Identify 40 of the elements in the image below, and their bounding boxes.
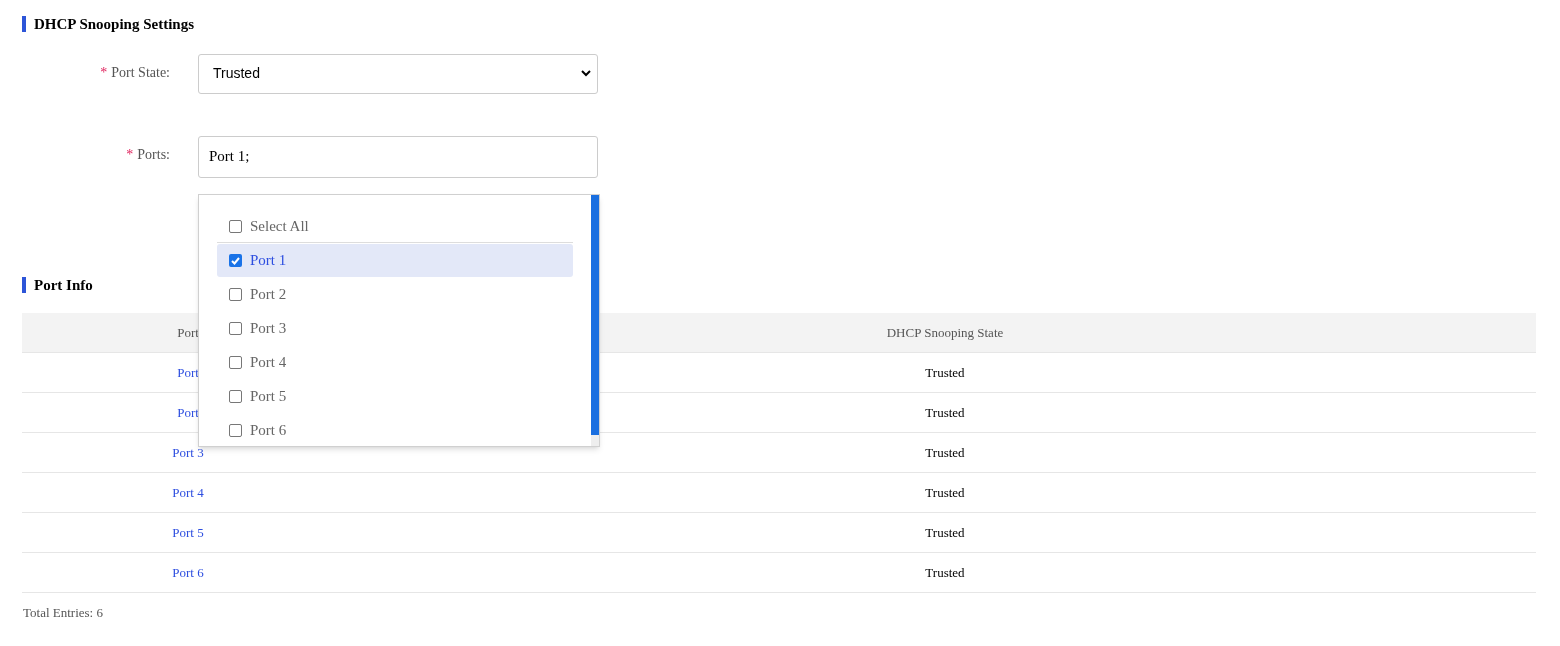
required-asterisk: * — [126, 145, 134, 164]
port-option[interactable]: Port 3 — [217, 312, 573, 345]
port-link[interactable]: Port 3 — [172, 442, 204, 463]
port-option[interactable]: Port 5 — [217, 380, 573, 413]
port-link[interactable]: Port — [177, 362, 199, 383]
port-link[interactable]: Port — [177, 402, 199, 423]
table-cell-text: Trusted — [925, 403, 965, 422]
section-title: Port Info — [34, 275, 93, 295]
port-link[interactable]: Port 5 — [172, 522, 204, 543]
checkbox[interactable] — [229, 356, 242, 369]
port-option[interactable]: Port 2 — [217, 278, 573, 311]
port-link[interactable]: Port 4 — [172, 482, 204, 503]
checkbox[interactable] — [229, 390, 242, 403]
section-marker — [22, 276, 26, 293]
required-asterisk: * — [100, 63, 108, 82]
port-option[interactable]: Port 4 — [217, 346, 573, 379]
field-label: Ports: — [137, 145, 170, 164]
port-option[interactable]: Port 1 — [217, 244, 573, 277]
total-entries: Total Entries: 6 — [23, 605, 103, 620]
field-label: Port State: — [111, 63, 170, 82]
table-cell-text: Trusted — [925, 483, 965, 502]
port-option[interactable]: Select All — [217, 210, 573, 243]
chevron-down-icon — [581, 70, 591, 77]
port-state-select[interactable]: Trusted — [198, 53, 598, 94]
section-marker — [22, 16, 26, 33]
section-title: DHCP Snooping Settings — [34, 15, 195, 34]
checkbox[interactable] — [229, 322, 242, 335]
table-cell-text: Trusted — [925, 563, 965, 582]
table-cell-text: Trusted — [925, 443, 965, 462]
table-cell-text: Trusted — [925, 523, 965, 542]
checkbox[interactable] — [229, 219, 242, 233]
column-header: Port — [177, 323, 199, 342]
ports-input-field[interactable]: Port 1; — [198, 135, 598, 178]
table-cell-text: Trusted — [925, 363, 965, 382]
column-header: DHCP Snooping State — [886, 323, 1004, 342]
port-link[interactable]: Port 6 — [172, 562, 204, 583]
port-option[interactable]: Port 6 — [217, 414, 573, 447]
checkbox[interactable] — [229, 424, 242, 437]
checkbox[interactable] — [229, 254, 242, 267]
checkbox[interactable] — [229, 288, 242, 301]
